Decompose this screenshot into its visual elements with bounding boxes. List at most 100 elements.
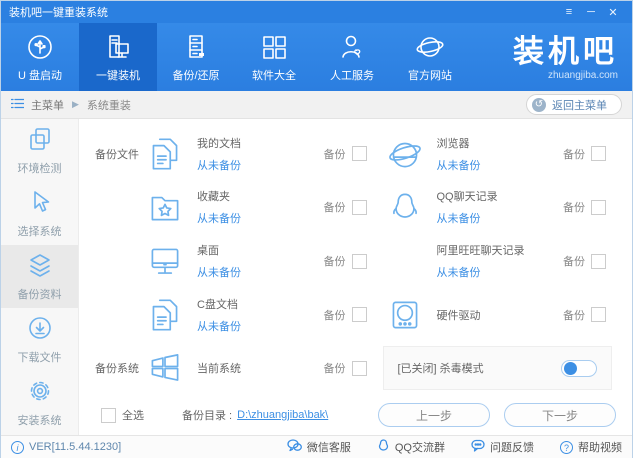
item-title: 桌面 bbox=[197, 245, 219, 258]
menu-icon[interactable]: ≡ bbox=[558, 4, 580, 20]
backup-label: 备份 bbox=[323, 148, 346, 161]
item-cdrive-docs: C盘文档 从未备份 备份 bbox=[143, 294, 383, 336]
gear-icon bbox=[27, 378, 53, 407]
logo-domain: zhuangjiba.com bbox=[547, 70, 618, 81]
nav-label: 一键装机 bbox=[96, 69, 140, 82]
backup-checkbox-wangwang[interactable] bbox=[591, 253, 606, 269]
nav-official-site[interactable]: 官方网站 bbox=[391, 23, 469, 91]
item-title: 我的文档 bbox=[197, 137, 241, 150]
nav-human-service[interactable]: 人工服务 bbox=[313, 23, 391, 91]
item-backup-status: 从未备份 bbox=[436, 159, 481, 172]
logo-text: 装机吧 bbox=[513, 34, 618, 69]
item-backup-status: 从未备份 bbox=[436, 267, 481, 280]
sidebar-item-download-files[interactable]: 下载文件 bbox=[1, 308, 78, 371]
backup-row: C盘文档 从未备份 备份 硬件驱动 备份 bbox=[87, 288, 622, 342]
item-backup-status: 从未备份 bbox=[197, 159, 241, 172]
feedback-link[interactable]: 问题反馈 bbox=[471, 439, 534, 455]
item-wangwang-history: 阿里旺旺聊天记录 从未备份 备份 bbox=[383, 240, 623, 282]
desktop-monitor-icon bbox=[143, 240, 187, 282]
status-bar: i VER[11.5.44.1230] 微信客服 QQ交流群 问题反馈 ? 帮助… bbox=[1, 435, 632, 458]
select-all-label: 全选 bbox=[122, 410, 144, 423]
backup-checkbox-my-documents[interactable] bbox=[351, 146, 367, 162]
backup-label: 备份 bbox=[323, 256, 346, 269]
return-main-menu-button[interactable]: ↺ 返回主菜单 bbox=[526, 94, 622, 115]
backup-label: 备份 bbox=[563, 202, 585, 215]
statlink-label: 微信客服 bbox=[306, 442, 351, 454]
sidebar-item-env-check[interactable]: 环境检测 bbox=[1, 119, 78, 182]
antivirus-mode-label: [已关闭] 杀毒模式 bbox=[397, 363, 484, 376]
nav-one-key-install[interactable]: 一键装机 bbox=[79, 23, 157, 91]
item-my-documents: 我的文档 从未备份 备份 bbox=[143, 133, 383, 175]
previous-step-button[interactable]: 上一步 bbox=[378, 403, 490, 428]
sidebar-label: 备份资料 bbox=[17, 288, 62, 301]
software-grid-icon bbox=[259, 32, 289, 62]
favorites-folder-icon bbox=[143, 186, 187, 228]
backup-checkbox-cdrive[interactable] bbox=[351, 307, 367, 323]
nav-usb-boot[interactable]: U 盘启动 bbox=[1, 23, 79, 91]
item-backup-status: 从未备份 bbox=[197, 320, 241, 333]
nav-backup-restore[interactable]: 备份/还原 bbox=[157, 23, 235, 91]
sidebar-item-backup-data[interactable]: 备份资料 bbox=[1, 245, 78, 308]
backup-checkbox-system[interactable] bbox=[351, 360, 367, 376]
info-icon: i bbox=[11, 440, 24, 454]
usb-boot-icon bbox=[25, 32, 55, 62]
download-icon bbox=[27, 315, 53, 344]
sidebar-label: 选择系统 bbox=[17, 225, 62, 238]
nav-label: 人工服务 bbox=[330, 69, 374, 82]
close-icon[interactable]: ✕ bbox=[602, 4, 624, 20]
backup-label: 备份 bbox=[323, 202, 346, 215]
help-videos-link[interactable]: ? 帮助视频 bbox=[560, 439, 622, 455]
nav-label: 备份/还原 bbox=[172, 69, 220, 82]
antivirus-toggle[interactable] bbox=[561, 359, 597, 377]
qq-group-link[interactable]: QQ交流群 bbox=[377, 439, 445, 455]
back-button-label: 返回主菜单 bbox=[552, 99, 607, 112]
antivirus-mode-box: [已关闭] 杀毒模式 bbox=[382, 346, 612, 391]
wechat-service-link[interactable]: 微信客服 bbox=[287, 439, 351, 455]
nav-software[interactable]: 软件大全 bbox=[235, 23, 313, 91]
backup-checkbox-qq[interactable] bbox=[591, 199, 606, 215]
brand-logo: 装机吧 zhuangjiba.com bbox=[513, 23, 632, 91]
backup-checkbox-browser[interactable] bbox=[591, 146, 606, 162]
antivirus-cell: [已关闭] 杀毒模式 bbox=[382, 346, 623, 391]
backup-checkbox-driver[interactable] bbox=[591, 307, 606, 323]
item-title: 阿里旺旺聊天记录 bbox=[436, 245, 525, 258]
select-all-checkbox[interactable] bbox=[101, 407, 116, 423]
nav-label: U 盘启动 bbox=[18, 69, 62, 82]
next-step-button[interactable]: 下一步 bbox=[504, 403, 616, 428]
human-service-icon bbox=[337, 32, 367, 62]
top-nav: U 盘启动 一键装机 备份/还原 软件大全 人工服务 官方网站 装机吧 zhua… bbox=[1, 23, 632, 91]
backup-checkbox-favorites[interactable] bbox=[351, 199, 367, 215]
sidebar-item-install-system[interactable]: 安装系统 bbox=[1, 371, 78, 434]
toggle-knob bbox=[564, 361, 577, 375]
qq-penguin-icon bbox=[383, 186, 427, 228]
browser-icon bbox=[383, 133, 427, 175]
item-title: 当前系统 bbox=[197, 363, 241, 376]
backup-checkbox-desktop[interactable] bbox=[351, 253, 367, 269]
statlink-label: 问题反馈 bbox=[490, 442, 534, 454]
breadcrumb-root[interactable]: 主菜单 bbox=[31, 97, 64, 113]
statlink-label: 帮助视频 bbox=[578, 442, 622, 454]
feedback-bubble-icon bbox=[471, 439, 485, 455]
sidebar-label: 环境检测 bbox=[17, 162, 62, 175]
one-key-install-icon bbox=[103, 32, 133, 62]
backup-label: 备份 bbox=[323, 309, 346, 322]
bottom-controls: 全选 备份目录 : D:\zhuangjiba\bak\ 上一步 下一步 bbox=[87, 395, 622, 435]
nav-label: 官方网站 bbox=[408, 69, 452, 82]
cdrive-documents-icon bbox=[143, 294, 187, 336]
statlink-label: QQ交流群 bbox=[394, 442, 445, 454]
backup-row: 备份文件 我的文档 从未备份 备份 浏览器 从未备份 备份 bbox=[87, 127, 622, 181]
item-title: 硬件驱动 bbox=[436, 309, 481, 322]
env-check-icon bbox=[27, 126, 53, 155]
item-qq-history: QQ聊天记录 从未备份 备份 bbox=[383, 186, 623, 228]
backup-row: 收藏夹 从未备份 备份 QQ聊天记录 从未备份 备份 bbox=[87, 181, 622, 235]
version-text: VER[11.5.44.1230] bbox=[29, 441, 122, 453]
backup-dir-link[interactable]: D:\zhuangjiba\bak\ bbox=[237, 409, 328, 421]
sidebar-item-select-system[interactable]: 选择系统 bbox=[1, 182, 78, 245]
backup-dir-label: 备份目录 : bbox=[182, 410, 233, 423]
list-icon bbox=[10, 98, 25, 112]
wangwang-icon bbox=[383, 240, 427, 282]
item-hardware-driver: 硬件驱动 备份 bbox=[383, 294, 623, 336]
backup-label: 备份 bbox=[563, 256, 585, 269]
minimize-icon[interactable]: ─ bbox=[580, 4, 602, 20]
title-bar: 装机吧一键重装系统 ≡ ─ ✕ bbox=[1, 1, 632, 23]
